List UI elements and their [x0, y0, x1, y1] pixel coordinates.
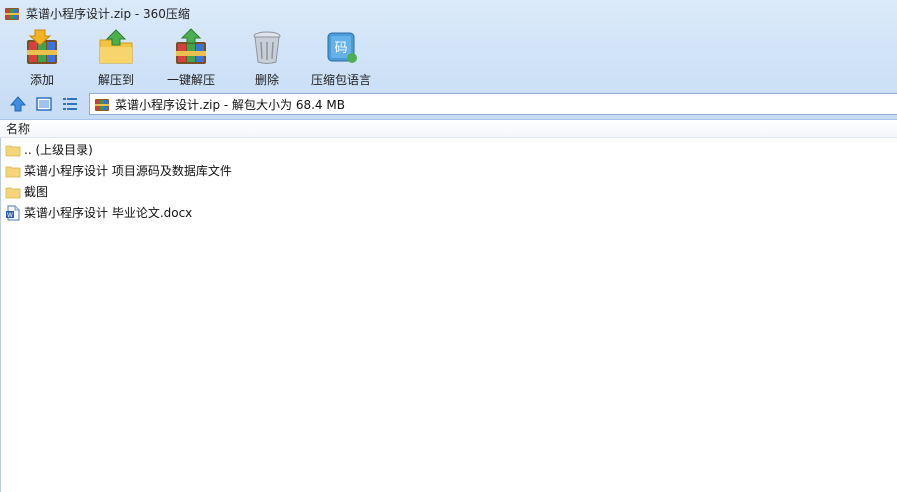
archive-books-icon	[5, 8, 19, 20]
delete-label: 删除	[254, 73, 279, 87]
one-click-extract-button[interactable]: 一键解压	[166, 28, 216, 88]
window-chrome: 菜谱小程序设计.zip - 360压缩 添加 解压到 一键解压 删除 码 压缩包…	[0, 0, 897, 120]
file-name: 菜谱小程序设计 毕业论文.docx	[24, 206, 193, 220]
word-document-icon: W	[6, 205, 20, 220]
list-item[interactable]: W 菜谱小程序设计 毕业论文.docx	[0, 202, 897, 223]
list-item-parent-directory[interactable]: .. (上级目录)	[0, 139, 897, 160]
add-label: 添加	[29, 73, 54, 87]
trash-can-icon	[253, 31, 281, 64]
app-window: 菜谱小程序设计.zip - 360压缩 添加 解压到 一键解压 删除 码 压缩包…	[0, 0, 897, 492]
file-name: 菜谱小程序设计 项目源码及数据库文件	[24, 164, 232, 178]
file-list: .. (上级目录) 菜谱小程序设计 项目源码及数据库文件 截图 W 菜谱小程序设…	[0, 139, 897, 223]
encoding-button[interactable]: 码 压缩包语言	[309, 28, 373, 88]
encoding-language-icon: 码	[327, 32, 357, 63]
column-header-label: 名称	[6, 122, 31, 136]
list-item[interactable]: 截图	[0, 181, 897, 202]
add-archive-icon	[27, 29, 57, 64]
svg-text:码: 码	[334, 41, 347, 56]
file-name: 截图	[24, 185, 49, 199]
folder-icon	[5, 166, 21, 177]
extract-to-button[interactable]: 解压到	[96, 28, 136, 88]
extract-to-folder-icon	[99, 29, 133, 64]
view-mode-icon[interactable]	[35, 95, 53, 113]
up-arrow-icon[interactable]	[9, 95, 27, 113]
add-button[interactable]: 添加	[22, 28, 62, 88]
list-view-icon[interactable]	[61, 95, 79, 113]
address-bar[interactable]: 菜谱小程序设计.zip - 解包大小为 68.4 MB	[89, 93, 897, 115]
address-text: 菜谱小程序设计.zip - 解包大小为 68.4 MB	[115, 97, 345, 112]
list-item[interactable]: 菜谱小程序设计 项目源码及数据库文件	[0, 160, 897, 181]
title-bar: 菜谱小程序设计.zip - 360压缩	[0, 0, 897, 26]
window-title: 菜谱小程序设计.zip - 360压缩	[26, 6, 190, 21]
one-click-extract-icon	[176, 28, 206, 64]
one-click-extract-label: 一键解压	[166, 73, 215, 87]
folder-icon	[5, 187, 21, 198]
navigation-bar: 菜谱小程序设计.zip - 解包大小为 68.4 MB	[0, 92, 897, 116]
svg-text:W: W	[7, 212, 13, 219]
extract-to-label: 解压到	[97, 73, 134, 87]
column-header-name[interactable]: 名称	[0, 120, 897, 138]
encoding-label: 压缩包语言	[310, 73, 371, 87]
archive-books-icon	[95, 99, 109, 111]
file-name: .. (上级目录)	[24, 143, 93, 157]
delete-button[interactable]: 删除	[247, 28, 287, 88]
folder-icon	[5, 145, 21, 156]
